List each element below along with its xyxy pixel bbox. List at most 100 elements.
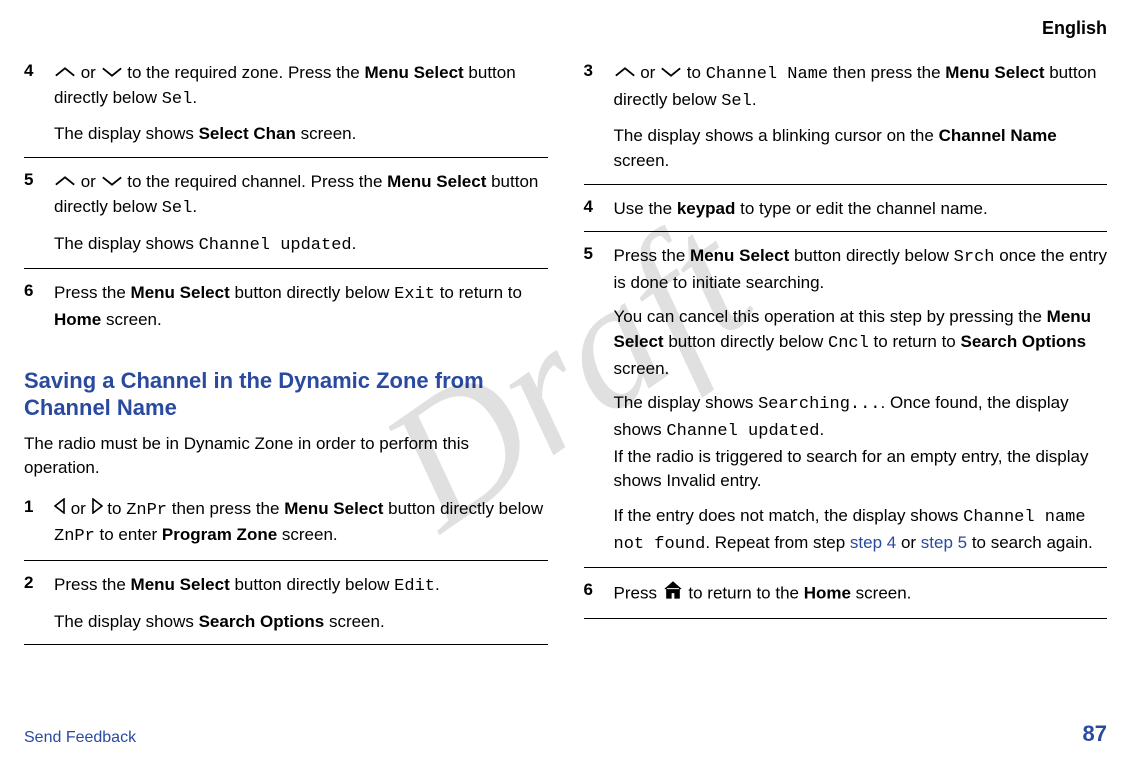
text: button directly below bbox=[789, 246, 953, 265]
menu-select-label: Menu Select bbox=[690, 246, 789, 265]
step-number: 6 bbox=[24, 281, 40, 332]
text: to bbox=[682, 63, 706, 82]
channel-updated-label: Channel updated bbox=[199, 236, 352, 255]
left-column: 4 or to the required zone. Press the Men… bbox=[24, 61, 548, 657]
znpr-label: ZnPr bbox=[126, 501, 167, 520]
step-body: or to the required channel. Press the Me… bbox=[54, 170, 548, 258]
cncl-label: Cncl bbox=[828, 334, 869, 353]
page: Draft English 4 or to the required zone.… bbox=[0, 0, 1131, 761]
channel-name-label: Channel Name bbox=[706, 65, 828, 84]
text: screen. bbox=[296, 124, 356, 143]
step5-link[interactable]: step 5 bbox=[921, 533, 967, 552]
step-body: Press the Menu Select button directly be… bbox=[54, 573, 548, 634]
menu-select-label: Menu Select bbox=[364, 63, 463, 82]
text: . Repeat from step bbox=[705, 533, 850, 552]
triangle-right-icon bbox=[91, 497, 103, 522]
menu-select-label: Menu Select bbox=[945, 63, 1044, 82]
text: to return to bbox=[435, 283, 522, 302]
left-step-6: 6 Press the Menu Select button directly … bbox=[24, 281, 548, 342]
edit-label: Edit bbox=[394, 577, 435, 596]
step-body: Use the keypad to type or edit the chann… bbox=[614, 197, 1108, 222]
text: The display shows bbox=[54, 612, 199, 631]
text: to enter bbox=[95, 525, 162, 544]
home-icon bbox=[662, 580, 684, 608]
menu-select-label: Menu Select bbox=[131, 575, 230, 594]
text: . bbox=[435, 575, 440, 594]
text: screen. bbox=[851, 584, 911, 603]
text: screen. bbox=[614, 359, 670, 378]
text: or bbox=[896, 533, 921, 552]
step-number: 4 bbox=[24, 61, 40, 147]
sel-label: Sel bbox=[162, 90, 193, 109]
keypad-label: keypad bbox=[677, 199, 736, 218]
step-number: 4 bbox=[584, 197, 600, 222]
text: to the required channel. Press the bbox=[123, 172, 388, 191]
text: or bbox=[636, 63, 661, 82]
text: The display shows a blinking cursor on t… bbox=[614, 126, 939, 145]
channel-updated-label: Channel updated bbox=[666, 422, 819, 441]
text: button directly below bbox=[230, 575, 394, 594]
channel-name-label: Channel Name bbox=[939, 126, 1057, 145]
text: to search again. bbox=[967, 533, 1093, 552]
chevron-up-icon bbox=[614, 61, 636, 86]
program-zone-label: Program Zone bbox=[162, 525, 277, 544]
step-body: Press to return to the Home screen. bbox=[614, 580, 1108, 608]
right-step-5: 5 Press the Menu Select button directly … bbox=[584, 244, 1108, 568]
exit-label: Exit bbox=[394, 285, 435, 304]
text: Press the bbox=[54, 575, 131, 594]
step-body: Press the Menu Select button directly be… bbox=[54, 281, 548, 332]
text: Press the bbox=[614, 246, 691, 265]
sel-label: Sel bbox=[721, 92, 752, 111]
step-body: or to the required zone. Press the Menu … bbox=[54, 61, 548, 147]
text: Use the bbox=[614, 199, 677, 218]
menu-select-label: Menu Select bbox=[131, 283, 230, 302]
text: or bbox=[76, 172, 101, 191]
section-intro: The radio must be in Dynamic Zone in ord… bbox=[24, 432, 548, 481]
chevron-up-icon bbox=[54, 170, 76, 195]
text: screen. bbox=[101, 310, 161, 329]
send-feedback-link[interactable]: Send Feedback bbox=[24, 729, 136, 747]
text: to bbox=[103, 499, 127, 518]
text: Press the bbox=[54, 283, 131, 302]
chevron-down-icon bbox=[660, 61, 682, 86]
text: If the radio is triggered to search for … bbox=[614, 447, 1089, 491]
text: to the required zone. Press the bbox=[123, 63, 365, 82]
text: to return to bbox=[869, 332, 961, 351]
right-step-4: 4 Use the keypad to type or edit the cha… bbox=[584, 197, 1108, 233]
text: . bbox=[819, 420, 824, 439]
language-label: English bbox=[24, 18, 1107, 39]
text: . bbox=[192, 197, 197, 216]
left-b-step-1: 1 or to ZnPr then press the Menu Select … bbox=[24, 497, 548, 561]
text: . bbox=[192, 88, 197, 107]
left-b-step-2: 2 Press the Menu Select button directly … bbox=[24, 573, 548, 645]
step-body: or to Channel Name then press the Menu S… bbox=[614, 61, 1108, 174]
home-label: Home bbox=[804, 584, 851, 603]
home-label: Home bbox=[54, 310, 101, 329]
right-column: 3 or to Channel Name then press the Menu… bbox=[584, 61, 1108, 657]
search-options-label: Search Options bbox=[961, 332, 1087, 351]
step-number: 2 bbox=[24, 573, 40, 634]
text: The display shows bbox=[614, 393, 759, 412]
section-title: Saving a Channel in the Dynamic Zone fro… bbox=[24, 367, 548, 422]
text: . bbox=[352, 234, 357, 253]
menu-select-label: Menu Select bbox=[387, 172, 486, 191]
srch-label: Srch bbox=[954, 248, 995, 267]
text: The display shows bbox=[54, 124, 199, 143]
text: Press bbox=[614, 584, 662, 603]
step-number: 6 bbox=[584, 580, 600, 608]
text: You can cancel this operation at this st… bbox=[614, 307, 1047, 326]
text: button directly below bbox=[383, 499, 543, 518]
step-body: Press the Menu Select button directly be… bbox=[614, 244, 1108, 557]
text: If the entry does not match, the display… bbox=[614, 506, 964, 525]
text: The display shows bbox=[54, 234, 199, 253]
select-chan-label: Select Chan bbox=[199, 124, 296, 143]
searching-label: Searching... bbox=[758, 395, 880, 414]
right-step-6: 6 Press to return to the Home screen. bbox=[584, 580, 1108, 619]
chevron-down-icon bbox=[101, 170, 123, 195]
triangle-left-icon bbox=[54, 497, 66, 522]
sel-label: Sel bbox=[162, 199, 193, 218]
text: to type or edit the channel name. bbox=[735, 199, 987, 218]
step4-link[interactable]: step 4 bbox=[850, 533, 896, 552]
left-step-5: 5 or to the required channel. Press the … bbox=[24, 170, 548, 269]
step-body: or to ZnPr then press the Menu Select bu… bbox=[54, 497, 548, 550]
